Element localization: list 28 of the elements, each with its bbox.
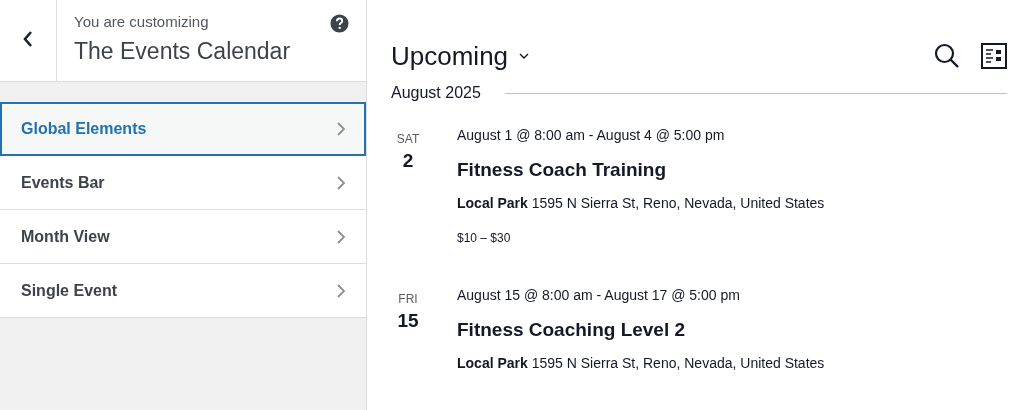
caret-icon: [518, 52, 531, 60]
chevron-icon: [336, 282, 346, 299]
event-datetime: August 1 @ 8:00 am - August 4 @ 5:00 pm: [457, 126, 725, 144]
chevron-icon: [336, 174, 346, 191]
view-selector[interactable]: Upcoming: [391, 40, 531, 72]
event-title-link[interactable]: Fitness Coaching Level 2: [457, 318, 686, 342]
event-venue: Local Park 1595 N Sierra St, Reno, Nevada, United States: [457, 354, 825, 372]
section-item[interactable]: Events Bar: [0, 156, 366, 210]
section-item[interactable]: Global Elements: [0, 102, 366, 156]
chevron-icon: [336, 228, 346, 245]
customizer-title: The Events Calendar: [74, 37, 292, 66]
event-datetime: August 15 @ 8:00 am - August 17 @ 5:00 pm: [457, 286, 740, 304]
weekday-label: FRI: [397, 292, 419, 306]
list-view-icon[interactable]: [981, 43, 1007, 69]
search-icon[interactable]: [933, 42, 961, 70]
customizing-label: You are customizing: [74, 12, 210, 32]
day-number: 15: [396, 310, 420, 332]
help-icon[interactable]: [330, 14, 349, 33]
back-chevron-icon: [22, 29, 34, 48]
event-venue: Local Park 1595 N Sierra St, Reno, Nevada, United States: [457, 194, 825, 212]
event-title-link[interactable]: Fitness Coach Training: [457, 158, 667, 182]
weekday-label: SAT: [395, 132, 421, 146]
section-item[interactable]: Month View: [0, 210, 366, 264]
chevron-icon: [336, 121, 346, 137]
event-price: $10 – $30: [457, 230, 511, 246]
month-heading: August 2025: [391, 84, 481, 102]
day-number: 2: [401, 150, 415, 172]
section-item[interactable]: Single Event: [0, 264, 366, 318]
